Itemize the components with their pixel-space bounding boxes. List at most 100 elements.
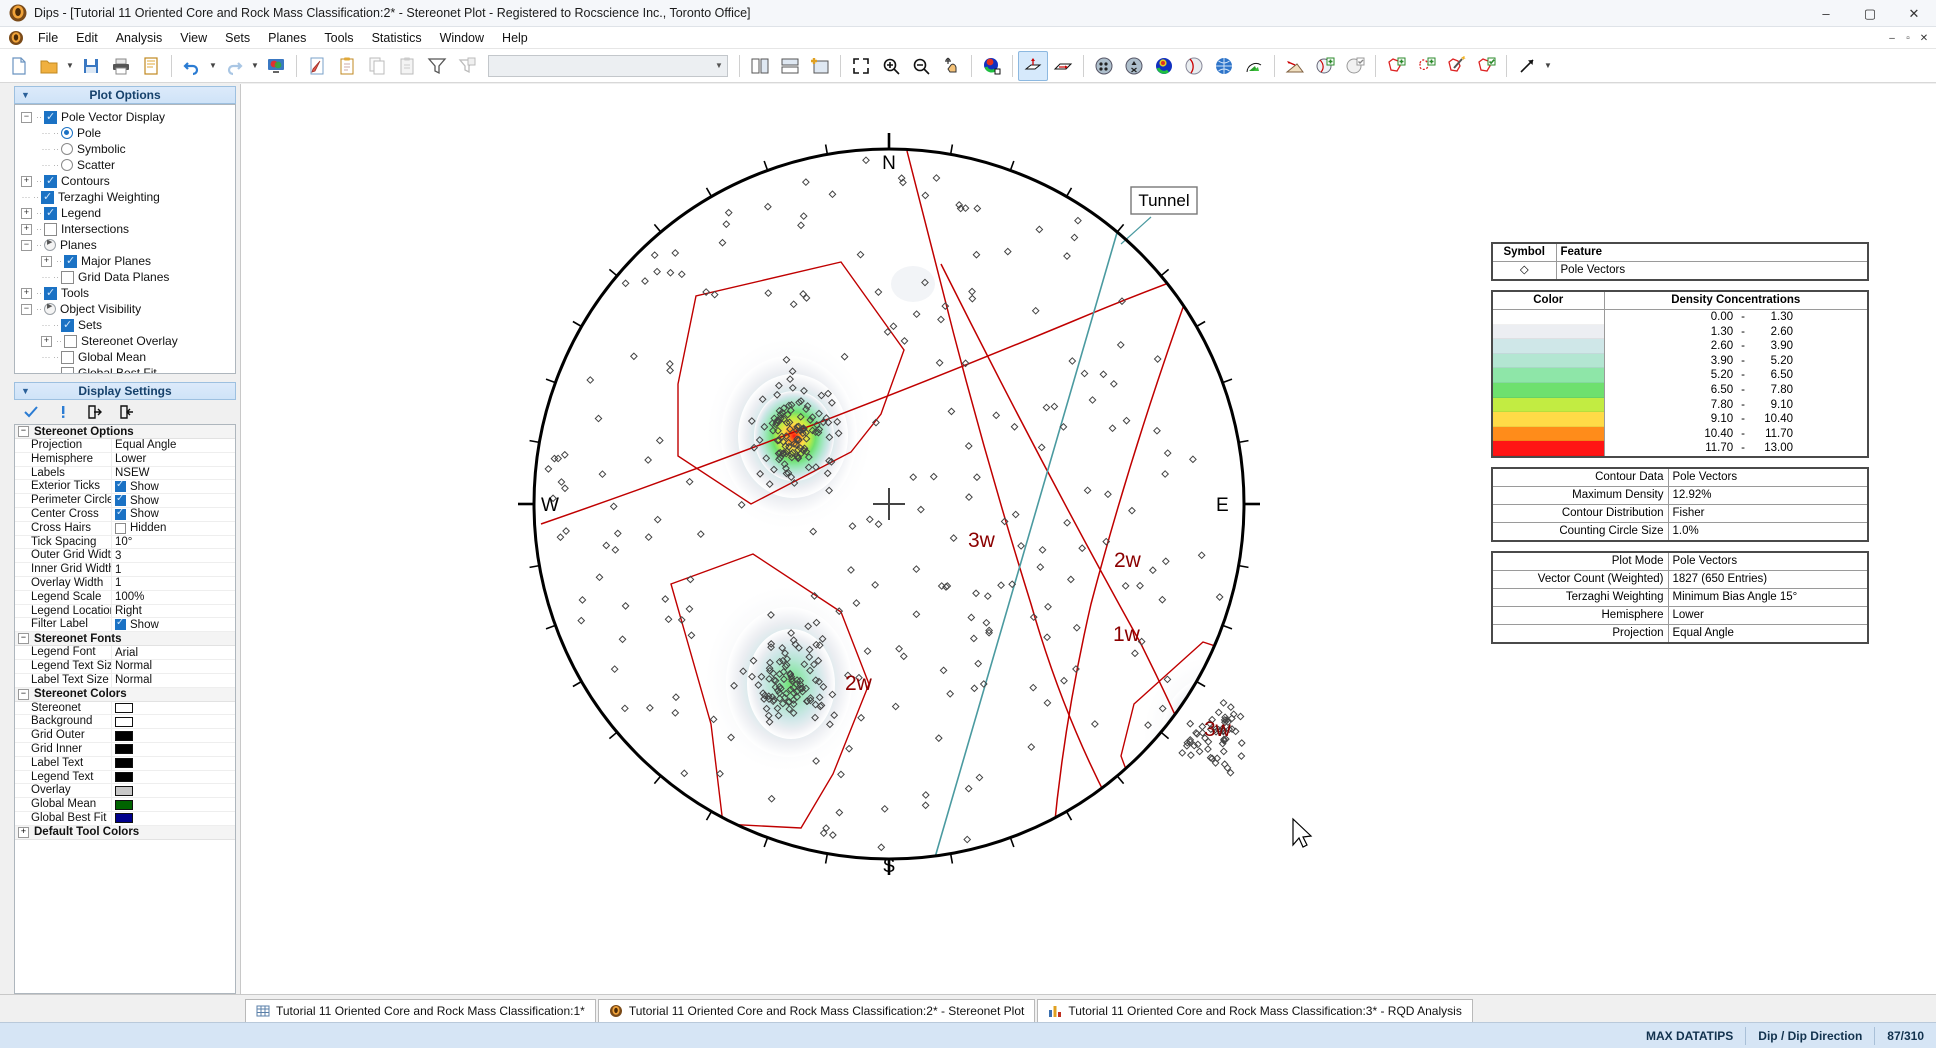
settings-group-stereonet-fonts[interactable]: −Stereonet Fonts [15, 632, 235, 646]
checkbox[interactable] [115, 481, 126, 492]
color-swatch[interactable] [115, 800, 133, 810]
setting-row-legend-location[interactable]: Legend LocationRight [15, 605, 235, 619]
setting-row-outer-grid-width[interactable]: Outer Grid Width3 [15, 549, 235, 563]
radio-button[interactable] [61, 127, 73, 139]
setting-value[interactable]: Show [111, 494, 235, 507]
redo-dropdown-icon[interactable]: ▼ [249, 51, 261, 81]
tree-expander[interactable]: − [21, 304, 32, 315]
print-icon[interactable] [106, 51, 136, 81]
setting-value[interactable]: Hidden [111, 522, 235, 535]
tree-item-pole[interactable]: ·····Pole [17, 125, 233, 141]
export-settings-icon[interactable] [86, 403, 104, 421]
settings-group-default-tool-colors[interactable]: +Default Tool Colors [15, 826, 235, 840]
print-preview-icon[interactable] [136, 51, 166, 81]
contour-plot-icon[interactable] [1149, 51, 1179, 81]
zoom-in-icon[interactable] [876, 51, 906, 81]
group-expander[interactable]: − [18, 633, 29, 644]
checkbox[interactable] [115, 523, 126, 534]
checkbox[interactable] [61, 351, 74, 364]
setting-value[interactable]: NSEW [111, 467, 235, 480]
menu-edit[interactable]: Edit [67, 29, 107, 47]
menu-window[interactable]: Window [431, 29, 493, 47]
checkbox[interactable] [44, 175, 57, 188]
document-tab-strip[interactable]: Tutorial 11 Oriented Core and Rock Mass … [0, 994, 1936, 1022]
setting-row-overlay[interactable]: Overlay [15, 784, 235, 798]
checkbox[interactable] [115, 509, 126, 520]
measure-arrow-icon[interactable] [1512, 51, 1542, 81]
chevron-down-icon[interactable]: ▼ [711, 56, 727, 76]
tree-item-global-best-fit[interactable]: ·····Global Best Fit [17, 365, 233, 374]
menu-statistics[interactable]: Statistics [363, 29, 431, 47]
setting-row-legend-scale[interactable]: Legend Scale100% [15, 591, 235, 605]
reset-warning-icon[interactable] [54, 403, 72, 421]
tree-expander[interactable]: + [21, 176, 32, 187]
setting-row-background[interactable]: Background [15, 715, 235, 729]
tree-item-grid-data-planes[interactable]: ·····Grid Data Planes [17, 269, 233, 285]
document-tab-2[interactable]: Tutorial 11 Oriented Core and Rock Mass … [598, 999, 1036, 1022]
tree-item-object-visibility[interactable]: −··Object Visibility [17, 301, 233, 317]
setting-value[interactable]: 1 [111, 577, 235, 590]
tree-item-intersections[interactable]: +··Intersections [17, 221, 233, 237]
add-plane-icon[interactable] [1310, 51, 1340, 81]
color-swatch[interactable] [115, 744, 133, 754]
color-swatch[interactable] [115, 758, 133, 768]
setting-value[interactable]: Show [111, 480, 235, 493]
setting-row-legend-text[interactable]: Legend Text [15, 771, 235, 785]
checkbox[interactable] [115, 619, 126, 630]
maximize-button[interactable]: ▢ [1848, 0, 1892, 27]
zoom-all-icon[interactable] [846, 51, 876, 81]
pan-icon[interactable] [936, 51, 966, 81]
edit-data-icon[interactable] [302, 51, 332, 81]
tree-item-tools[interactable]: +··Tools [17, 285, 233, 301]
zoom-stereonet-icon[interactable] [977, 51, 1007, 81]
pole-vector-mode-icon[interactable] [1018, 51, 1048, 81]
color-swatch[interactable] [115, 703, 133, 713]
display-settings-grid[interactable]: −Stereonet OptionsProjectionEqual AngleH… [14, 424, 236, 994]
setting-row-projection[interactable]: ProjectionEqual Angle [15, 439, 235, 453]
tile-horizontal-icon[interactable] [775, 51, 805, 81]
tree-expander[interactable]: + [41, 336, 52, 347]
display-settings-header[interactable]: ▼ Display Settings [14, 382, 236, 400]
document-tab-1[interactable]: Tutorial 11 Oriented Core and Rock Mass … [245, 999, 596, 1022]
setting-value[interactable]: Show [111, 508, 235, 521]
setting-value[interactable] [111, 702, 235, 715]
setting-row-overlay-width[interactable]: Overlay Width1 [15, 577, 235, 591]
tree-item-pole-vector-display[interactable]: −··Pole Vector Display [17, 109, 233, 125]
tree-item-global-mean[interactable]: ·····Global Mean [17, 349, 233, 365]
tree-item-scatter[interactable]: ·····Scatter [17, 157, 233, 173]
checkbox[interactable] [44, 207, 57, 220]
add-set-window-icon[interactable] [1381, 51, 1411, 81]
setting-row-center-cross[interactable]: Center CrossShow [15, 508, 235, 522]
radio-button[interactable] [61, 143, 73, 155]
setting-row-inner-grid-width[interactable]: Inner Grid Width1 [15, 563, 235, 577]
checkbox[interactable] [115, 495, 126, 506]
expand-arrow-icon[interactable] [44, 303, 56, 315]
menu-planes[interactable]: Planes [259, 29, 315, 47]
mdi-close-button[interactable]: ✕ [1916, 29, 1932, 47]
setting-value[interactable]: 3 [111, 549, 235, 562]
tree-item-major-planes[interactable]: +··Major Planes [17, 253, 233, 269]
major-planes-plot-icon[interactable] [1179, 51, 1209, 81]
color-swatch[interactable] [115, 731, 133, 741]
color-swatch[interactable] [115, 786, 133, 796]
measure-dropdown-icon[interactable]: ▼ [1542, 51, 1554, 81]
mdi-minimize-button[interactable]: – [1884, 29, 1900, 47]
setting-row-perimeter-circle[interactable]: Perimeter CircleShow [15, 494, 235, 508]
group-expander[interactable]: − [18, 689, 29, 700]
mdi-restore-button[interactable]: ▫ [1900, 29, 1916, 47]
tree-item-terzaghi-weighting[interactable]: ·····Terzaghi Weighting [17, 189, 233, 205]
new-file-icon[interactable] [4, 51, 34, 81]
setting-value[interactable] [111, 798, 235, 811]
setting-value[interactable] [111, 743, 235, 756]
apply-set-icon[interactable] [1471, 51, 1501, 81]
setting-row-legend-font[interactable]: Legend FontArial [15, 646, 235, 660]
chevron-down-icon[interactable]: ▼ [21, 386, 30, 396]
filter-combo[interactable]: ▼ [488, 55, 728, 77]
tree-expander[interactable]: − [21, 112, 32, 123]
checkbox[interactable] [44, 223, 57, 236]
vertical-tab-strip[interactable] [0, 84, 12, 994]
setting-row-tick-spacing[interactable]: Tick Spacing10° [15, 536, 235, 550]
menu-view[interactable]: View [171, 29, 216, 47]
plot-options-tree[interactable]: −··Pole Vector Display·····Pole·····Symb… [14, 104, 236, 374]
setting-row-hemisphere[interactable]: HemisphereLower [15, 453, 235, 467]
